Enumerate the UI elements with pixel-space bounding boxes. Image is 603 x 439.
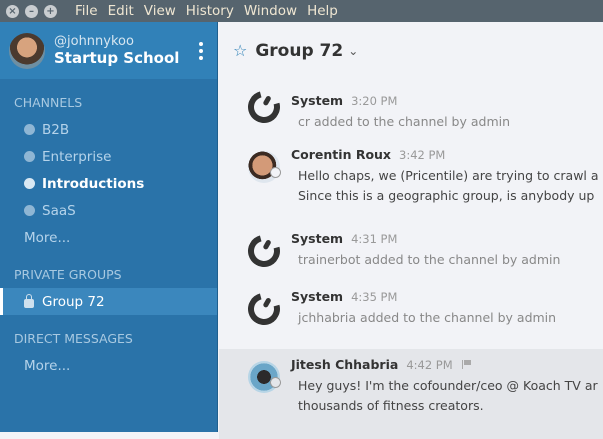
post-text: cr added to the channel by admin [298, 114, 511, 129]
system-avatar-icon [242, 85, 286, 129]
channel-label: SaaS [42, 202, 76, 219]
team-name: Startup School [54, 49, 180, 67]
menu-edit[interactable]: Edit [108, 3, 134, 19]
channel-header: ☆ Group 72 ⌄ [219, 22, 603, 79]
menu-help[interactable]: Help [307, 3, 338, 19]
post-time[interactable]: 4:31 PM [351, 232, 397, 246]
post-author[interactable]: Jitesh Chhabria [291, 357, 398, 372]
sidebar-item-group-72[interactable]: Group 72 [0, 288, 217, 315]
post-text: Hey guys! I'm the cofounder/ceo @ Koach … [298, 376, 603, 416]
group-label: Group 72 [42, 293, 105, 310]
private-groups-header: PRIVATE GROUPS [14, 267, 122, 282]
channels-header: CHANNELS [14, 95, 83, 110]
globe-icon [24, 124, 35, 135]
menu-file[interactable]: File [75, 3, 98, 19]
channel-title[interactable]: Group 72 [255, 41, 343, 61]
post-time[interactable]: 4:42 PM [406, 358, 452, 372]
star-icon[interactable]: ☆ [233, 41, 247, 60]
team-header: @johnnykoo Startup School [0, 22, 217, 79]
globe-icon [24, 178, 35, 189]
menu-history[interactable]: History [186, 3, 234, 19]
dm-more-link[interactable]: More... [0, 352, 217, 379]
post: Corentin Roux 3:42 PM Hello chaps, we (Pr… [219, 139, 603, 223]
menu-window[interactable]: Window [244, 3, 297, 19]
channel-view: ☆ Group 72 ⌄ System 3:20 PM cr added to t… [219, 22, 603, 439]
status-icon [270, 377, 281, 388]
sidebar-item-b2b[interactable]: B2B [0, 116, 217, 143]
sidebar: @johnnykoo Startup School CHANNELS B2B E… [0, 22, 218, 432]
menubar: × – + File Edit View History Window Help [0, 0, 603, 22]
menu-view[interactable]: View [144, 3, 176, 19]
lock-icon [24, 294, 34, 308]
channel-label: B2B [42, 121, 70, 138]
post-author[interactable]: Corentin Roux [291, 147, 391, 162]
post-time[interactable]: 3:42 PM [399, 148, 445, 162]
post-author[interactable]: System [291, 289, 343, 304]
sidebar-item-saas[interactable]: SaaS [0, 197, 217, 224]
maximize-window-button[interactable]: + [44, 4, 57, 18]
post-line: thousands of fitness creators. [298, 398, 484, 413]
close-window-button[interactable]: × [6, 4, 19, 18]
minimize-window-button[interactable]: – [25, 4, 38, 18]
system-avatar-icon [242, 229, 286, 273]
post-time[interactable]: 4:35 PM [351, 290, 397, 304]
post: System 4:35 PM jchhabria added to the cha… [219, 281, 603, 349]
channels-more-link[interactable]: More... [0, 224, 217, 251]
post-text: trainerbot added to the channel by admin [298, 252, 561, 267]
system-avatar-icon [242, 287, 286, 331]
globe-icon [24, 151, 35, 162]
post-line: Hey guys! I'm the cofounder/ceo @ Koach … [298, 378, 598, 393]
flag-icon[interactable] [461, 360, 472, 369]
post-line: Since this is a geographic group, is any… [298, 188, 595, 203]
post-time[interactable]: 3:20 PM [351, 94, 397, 108]
post: System 4:31 PM trainerbot added to the ch… [219, 223, 603, 281]
post-text: jchhabria added to the channel by admin [298, 310, 557, 325]
sidebar-item-introductions[interactable]: Introductions [0, 170, 217, 197]
user-avatar[interactable] [9, 32, 45, 69]
post-text: Hello chaps, we (Pricentile) are trying … [298, 166, 603, 206]
channel-label: Enterprise [42, 148, 112, 165]
status-icon [270, 167, 281, 178]
sidebar-item-enterprise[interactable]: Enterprise [0, 143, 217, 170]
chevron-down-icon[interactable]: ⌄ [348, 44, 358, 58]
direct-messages-header: DIRECT MESSAGES [14, 331, 133, 346]
post-line: Hello chaps, we (Pricentile) are trying … [298, 168, 599, 183]
username: @johnnykoo [54, 34, 134, 49]
globe-icon [24, 205, 35, 216]
more-vertical-icon[interactable] [199, 42, 203, 63]
post: Jitesh Chhabria 4:42 PM Hey guys! I'm the… [219, 349, 603, 439]
post: System 3:20 PM cr added to the channel by… [219, 79, 603, 139]
post-author[interactable]: System [291, 93, 343, 108]
post-author[interactable]: System [291, 231, 343, 246]
channel-label: Introductions [42, 175, 145, 192]
